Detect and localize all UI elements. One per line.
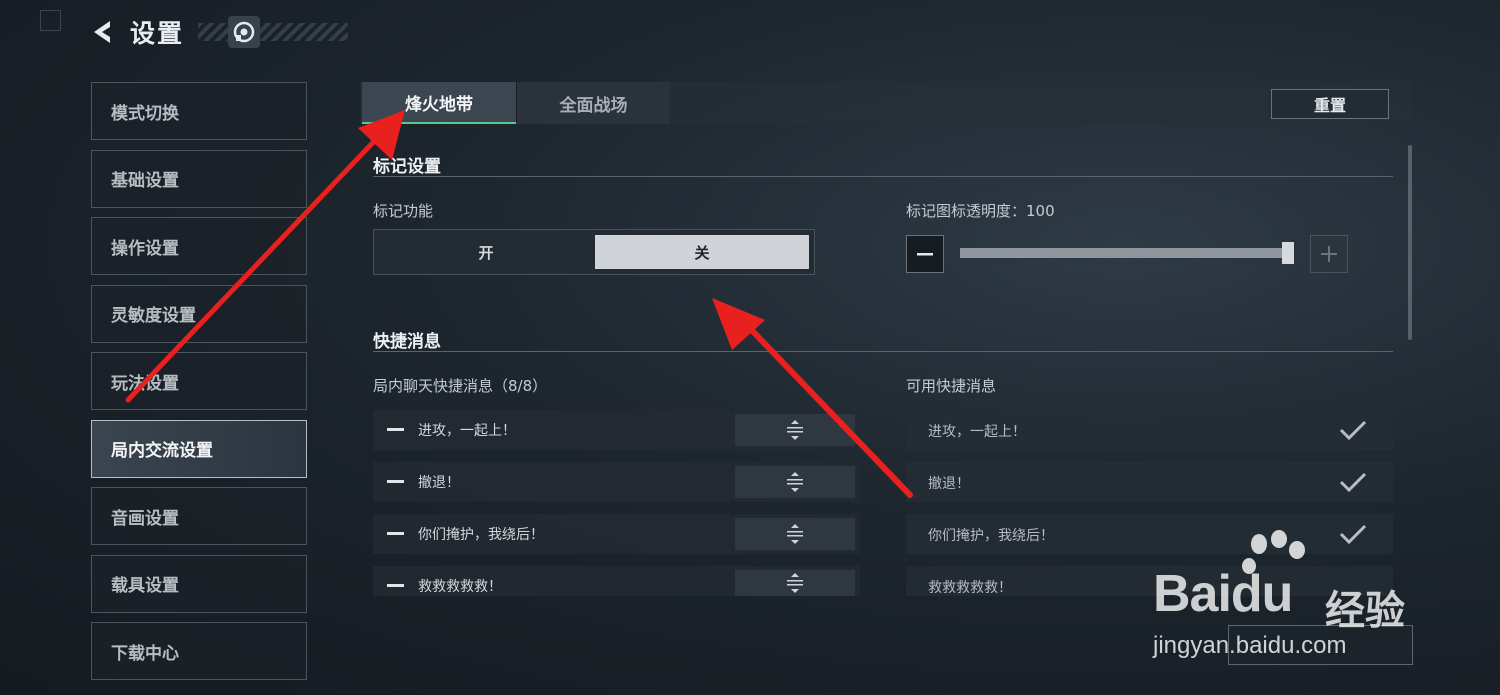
- sidebar-item-sensitivity[interactable]: 灵敏度设置: [91, 284, 307, 343]
- toggle-off-option[interactable]: 关: [595, 235, 809, 269]
- mode-tab-bar: 烽火地带 全面战场 重置: [360, 82, 1412, 124]
- mark-function-label: 标记功能: [373, 202, 434, 220]
- remove-message-icon[interactable]: [387, 584, 404, 587]
- drag-handle-icon[interactable]: [735, 466, 855, 498]
- toggle-on-option[interactable]: 开: [379, 235, 593, 269]
- mark-function-toggle: 开 关: [373, 229, 815, 275]
- list-item[interactable]: 进攻，一起上！: [906, 410, 1393, 450]
- list-item: 你们掩护，我绕后！: [373, 514, 860, 554]
- page-title: 设置: [130, 19, 185, 48]
- sidebar-item-gameplay[interactable]: 玩法设置: [91, 352, 307, 410]
- sidebar-item-audio-video[interactable]: 音画设置: [91, 487, 307, 545]
- opacity-slider-fill: [960, 248, 1294, 258]
- corner-frame: [40, 10, 61, 31]
- opacity-slider-thumb[interactable]: [1282, 242, 1294, 264]
- list-item: 进攻，一起上！: [373, 410, 860, 450]
- section-divider: [373, 176, 1393, 177]
- tab-full-battlefield[interactable]: 全面战场: [516, 82, 670, 124]
- list-item: 救救救救救！: [373, 566, 860, 596]
- available-quick-message-label: 可用快捷消息: [906, 377, 997, 395]
- opacity-slider[interactable]: [960, 242, 1294, 264]
- sidebar-item-communication[interactable]: 局内交流设置: [91, 419, 307, 478]
- opacity-label: 标记图标透明度：100: [906, 202, 1055, 220]
- check-icon[interactable]: [1338, 522, 1368, 550]
- header: 设置: [88, 12, 349, 52]
- drag-handle-icon[interactable]: [735, 570, 855, 596]
- sidebar-item-controls[interactable]: 操作设置: [91, 217, 307, 275]
- list-item[interactable]: 救救救救救！: [906, 566, 1393, 596]
- opacity-increase-button[interactable]: [1310, 235, 1348, 273]
- content-scrollbar[interactable]: [1408, 145, 1412, 340]
- drag-handle-icon[interactable]: [735, 518, 855, 550]
- tab-warfare-zone[interactable]: 烽火地带: [362, 82, 516, 124]
- support-headset-icon[interactable]: [228, 16, 260, 48]
- list-item[interactable]: 你们掩护，我绕后！: [906, 514, 1393, 554]
- list-item[interactable]: 撤退！: [906, 462, 1393, 502]
- reset-button[interactable]: 重置: [1271, 89, 1389, 119]
- sidebar-item-vehicle[interactable]: 载具设置: [91, 554, 307, 613]
- ingame-quick-message-label: 局内聊天快捷消息（8/8）: [373, 377, 548, 395]
- list-item: 撤退！: [373, 462, 860, 502]
- bottom-action-button[interactable]: [1228, 625, 1413, 665]
- quick-message-title: 快捷消息: [373, 332, 441, 352]
- settings-sidebar: 模式切换 基础设置 操作设置 灵敏度设置 玩法设置 局内交流设置 音画设置 载具…: [91, 82, 307, 690]
- sidebar-item-basic[interactable]: 基础设置: [91, 149, 307, 208]
- remove-message-icon[interactable]: [387, 428, 404, 431]
- drag-handle-icon[interactable]: [735, 414, 855, 446]
- opacity-decrease-button[interactable]: [906, 235, 944, 273]
- section-divider: [373, 351, 1393, 352]
- sidebar-item-mode-switch[interactable]: 模式切换: [91, 82, 307, 140]
- remove-message-icon[interactable]: [387, 480, 404, 483]
- remove-message-icon[interactable]: [387, 532, 404, 535]
- check-icon[interactable]: [1338, 418, 1368, 446]
- title-decoration: [198, 23, 349, 41]
- back-arrow-icon[interactable]: [88, 12, 118, 52]
- check-icon[interactable]: [1338, 470, 1368, 498]
- sidebar-item-download-center[interactable]: 下载中心: [91, 622, 307, 680]
- mark-settings-title: 标记设置: [373, 157, 441, 177]
